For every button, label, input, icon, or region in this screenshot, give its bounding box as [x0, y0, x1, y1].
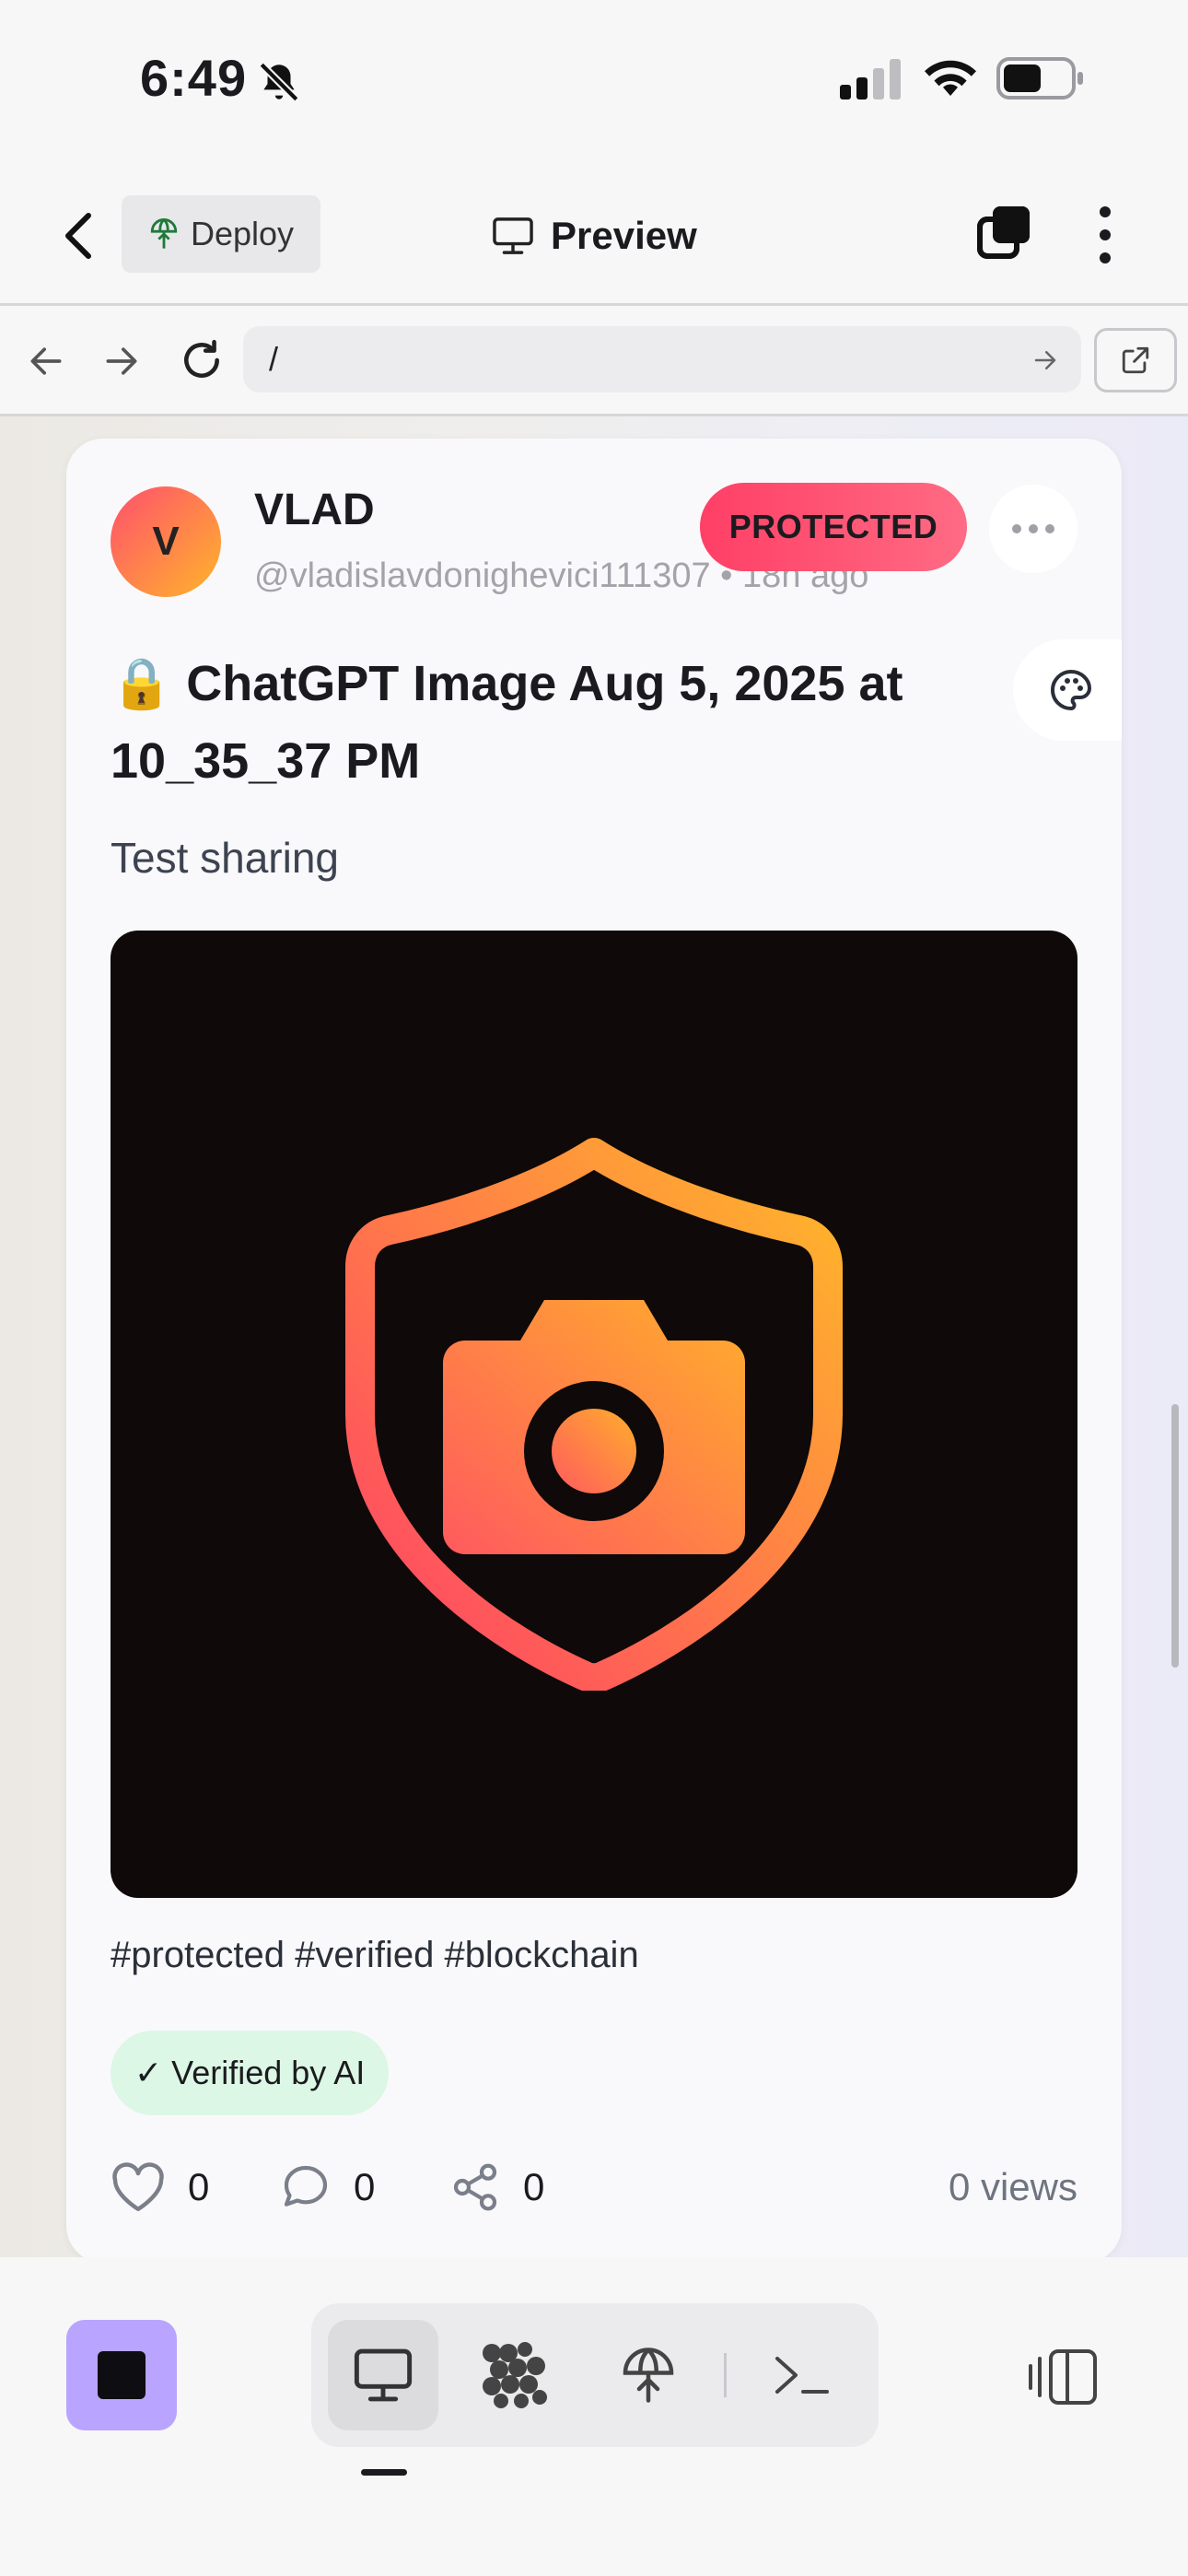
app-header: Deploy Preview [0, 162, 1188, 306]
post-actions: 0 0 0 0 views [111, 2150, 1077, 2224]
signal-icon [840, 59, 901, 100]
ai-icon [483, 2342, 547, 2408]
deploy-icon [150, 217, 178, 249]
heart-icon [112, 2162, 164, 2211]
preview-title: Preview [492, 208, 697, 263]
arrow-left-icon[interactable] [26, 341, 66, 381]
post-title-text: ChatGPT Image Aug 5, 2025 at 10_35_37 PM [111, 656, 903, 789]
post-card: V VLAD @vladislavdonighevici111307 • 18h… [66, 439, 1122, 2257]
bell-slash-icon [259, 62, 299, 102]
scrollbar[interactable] [1171, 1404, 1179, 1668]
avatar[interactable]: V [111, 486, 221, 597]
stop-button[interactable] [66, 2320, 177, 2430]
share-icon [453, 2163, 497, 2211]
ai-tab[interactable] [460, 2320, 571, 2430]
segment-divider [724, 2353, 727, 2397]
open-external-icon [1122, 346, 1149, 374]
browser-bar: / [0, 306, 1188, 416]
deploy-tab[interactable] [593, 2320, 704, 2430]
stop-icon [98, 2351, 146, 2399]
status-bar: 6:49 [0, 0, 1188, 162]
wifi-icon [925, 60, 976, 96]
view-switcher [311, 2303, 879, 2447]
status-time: 6:49 [140, 49, 248, 107]
deploy-label: Deploy [190, 215, 295, 252]
share-count: 0 [523, 2165, 545, 2208]
preview-tab[interactable] [328, 2320, 438, 2430]
battery-icon [996, 57, 1083, 100]
shield-camera-icon [345, 1138, 843, 1691]
more-options-button[interactable] [989, 485, 1077, 573]
verified-badge: ✓ Verified by AI [111, 2031, 390, 2115]
deploy-icon [623, 2348, 674, 2403]
more-options-icon[interactable] [1087, 203, 1124, 267]
url-input[interactable]: / [243, 326, 1081, 392]
tabs-icon[interactable] [974, 203, 1033, 262]
bottom-toolbar [0, 2257, 1188, 2576]
comment-count: 0 [354, 2165, 376, 2208]
lock-icon: 🔒 [111, 656, 173, 711]
split-view-button[interactable] [1022, 2340, 1105, 2414]
arrow-right-icon[interactable] [101, 341, 142, 381]
author-name[interactable]: VLAD [254, 485, 375, 535]
split-view-icon [1029, 2349, 1097, 2405]
palette-icon [1051, 669, 1092, 711]
comment-icon [284, 2165, 328, 2207]
back-button[interactable] [55, 208, 101, 263]
arrow-right-small-icon[interactable] [1031, 346, 1059, 374]
monitor-icon [354, 2348, 413, 2402]
post-description: Test sharing [111, 834, 340, 882]
theme-palette-button[interactable] [1013, 639, 1122, 741]
views-count: 0 views [948, 2165, 1077, 2208]
chevron-left-icon [65, 213, 91, 259]
page-title: Preview [551, 214, 697, 257]
terminal-icon [775, 2357, 829, 2394]
share-button[interactable]: 0 [449, 2150, 544, 2224]
author-handle: @vladislavdonighevici111307 [254, 556, 711, 595]
comment-button[interactable]: 0 [280, 2150, 375, 2224]
post-image[interactable] [111, 931, 1077, 1898]
open-external-button[interactable] [1094, 328, 1177, 392]
hashtags[interactable]: #protected #verified #blockchain [111, 1935, 639, 1976]
active-tab-indicator [361, 2469, 407, 2476]
reload-icon[interactable] [179, 337, 225, 383]
terminal-tab[interactable] [746, 2320, 856, 2430]
url-text: / [269, 340, 279, 378]
content-area: V VLAD @vladislavdonighevici111307 • 18h… [0, 416, 1188, 2257]
protected-badge: PROTECTED [700, 483, 967, 571]
post-title: 🔒 ChatGPT Image Aug 5, 2025 at 10_35_37 … [111, 645, 995, 800]
deploy-button[interactable]: Deploy [122, 195, 320, 273]
monitor-icon [493, 217, 533, 254]
like-button[interactable]: 0 [111, 2150, 209, 2224]
like-count: 0 [188, 2165, 210, 2208]
